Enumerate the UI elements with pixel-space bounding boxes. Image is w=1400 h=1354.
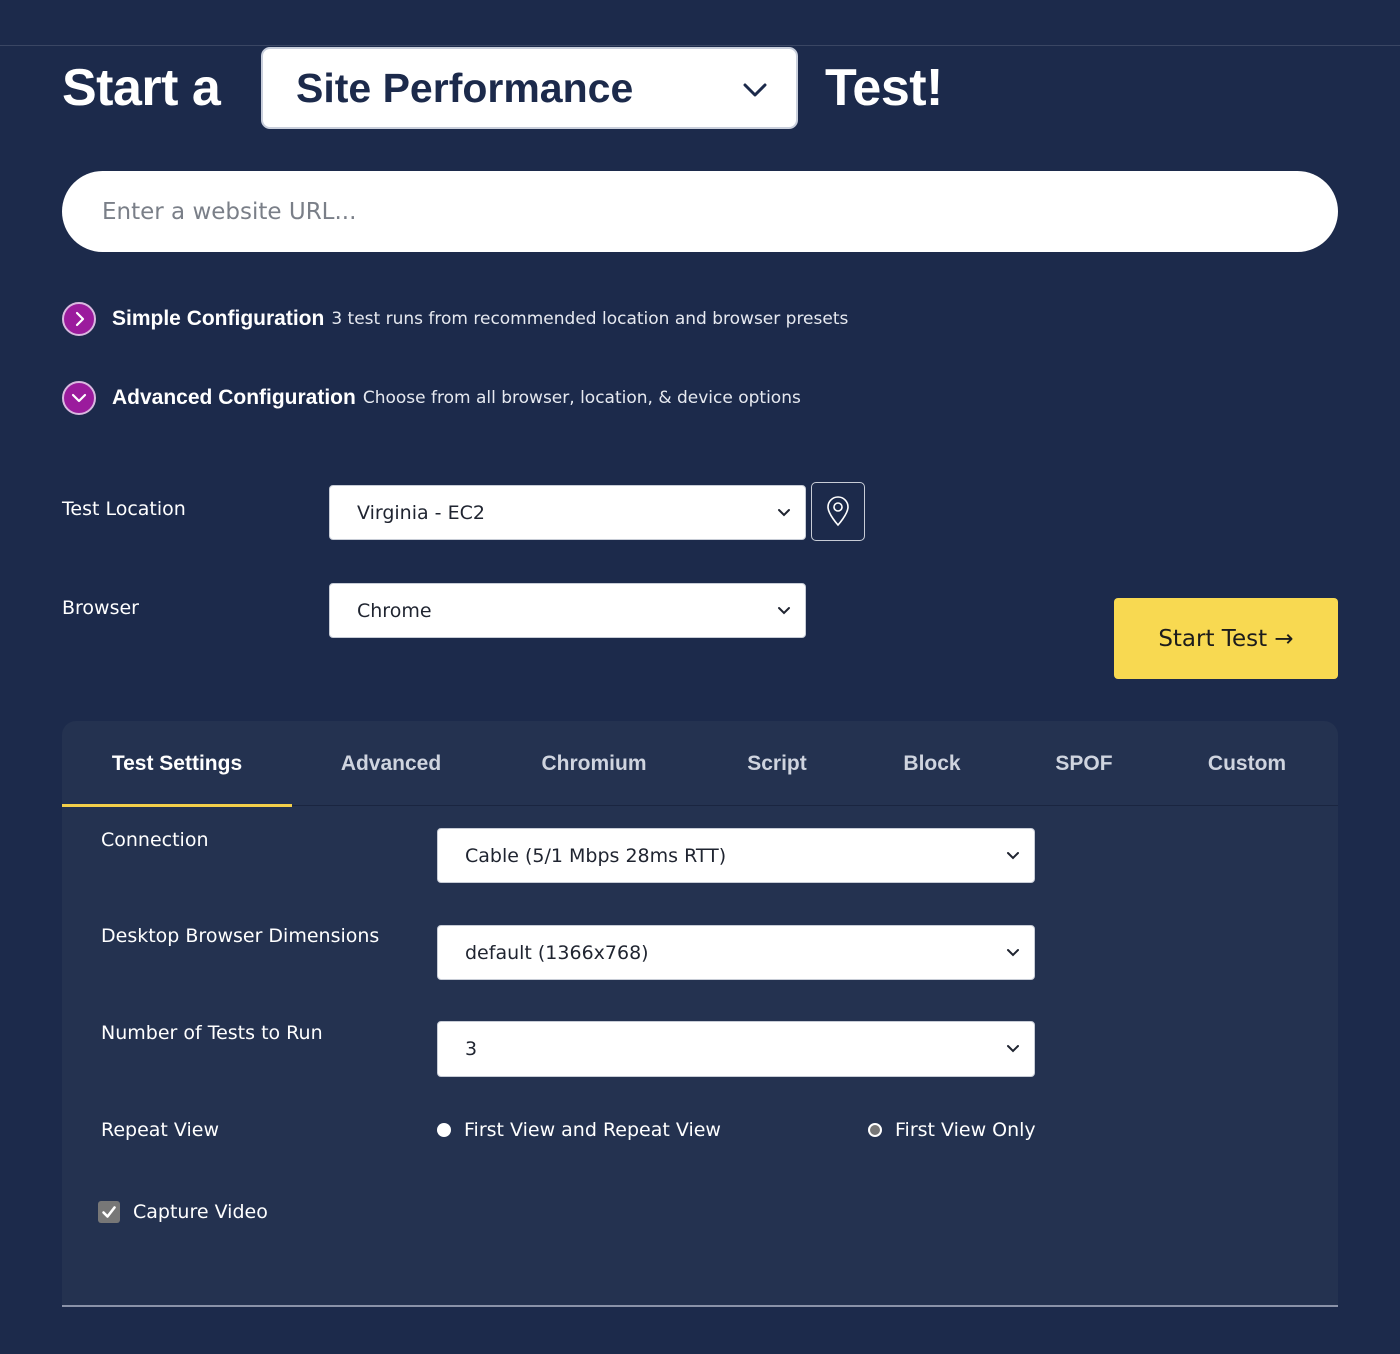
chevron-down-icon [1007, 1045, 1019, 1053]
url-input[interactable] [62, 171, 1338, 252]
test-location-label: Test Location [62, 498, 186, 520]
connection-select[interactable]: Cable (5/1 Mbps 28ms RTT) [437, 828, 1035, 883]
radio-first-view-only[interactable]: First View Only [868, 1119, 1036, 1141]
simple-configuration-description: 3 test runs from recommended location an… [331, 309, 849, 329]
repeat-view-label: Repeat View [101, 1119, 220, 1141]
radio-button-checked[interactable] [868, 1123, 882, 1137]
headline-suffix: Test! [825, 59, 943, 117]
tab-block[interactable]: Block [882, 721, 982, 806]
test-location-select[interactable]: Virginia - EC2 [329, 485, 806, 540]
simple-configuration-toggle[interactable]: Simple Configuration 3 test runs from re… [62, 302, 848, 336]
tab-test-settings[interactable]: Test Settings [62, 721, 292, 807]
chevron-right-icon [62, 302, 96, 336]
num-tests-value: 3 [465, 1038, 478, 1060]
num-tests-label: Number of Tests to Run [101, 1022, 323, 1044]
settings-tabs: Test Settings Advanced Chromium Script B… [62, 721, 1338, 807]
test-type-value: Site Performance [296, 64, 634, 111]
advanced-configuration-toggle[interactable]: Advanced Configuration Choose from all b… [62, 381, 801, 415]
advanced-configuration-description: Choose from all browser, location, & dev… [362, 388, 801, 408]
chevron-down-icon [1007, 851, 1019, 859]
chevron-down-icon [62, 381, 96, 415]
test-type-select[interactable]: Site Performance [261, 47, 798, 129]
chevron-down-icon [778, 606, 790, 614]
map-location-button[interactable] [811, 482, 865, 541]
capture-video-checkbox[interactable]: Capture Video [98, 1201, 268, 1223]
chevron-down-icon [1007, 948, 1019, 956]
radio-label: First View and Repeat View [464, 1119, 721, 1141]
browser-select[interactable]: Chrome [329, 583, 806, 638]
start-test-button[interactable]: Start Test → [1114, 598, 1338, 679]
tab-chromium[interactable]: Chromium [520, 721, 668, 806]
checkmark-icon[interactable] [98, 1201, 120, 1223]
browser-value: Chrome [357, 599, 432, 622]
dimensions-value: default (1366x768) [465, 941, 649, 964]
dimensions-label: Desktop Browser Dimensions [101, 925, 380, 947]
advanced-configuration-title: Advanced Configuration [112, 386, 356, 409]
num-tests-select[interactable]: 3 [437, 1021, 1035, 1077]
tab-spof[interactable]: SPOF [1042, 721, 1126, 806]
dimensions-select[interactable]: default (1366x768) [437, 925, 1035, 980]
connection-value: Cable (5/1 Mbps 28ms RTT) [465, 844, 727, 867]
simple-configuration-title: Simple Configuration [112, 307, 325, 330]
test-location-value: Virginia - EC2 [357, 501, 485, 524]
panel-divider [62, 1305, 1338, 1307]
map-pin-icon [827, 495, 849, 526]
radio-button[interactable] [437, 1123, 451, 1137]
tab-custom[interactable]: Custom [1192, 721, 1302, 806]
browser-label: Browser [62, 597, 139, 619]
tab-advanced[interactable]: Advanced [316, 721, 466, 806]
chevron-down-icon [743, 83, 767, 97]
tab-script[interactable]: Script [722, 721, 832, 806]
top-divider [0, 45, 1400, 46]
headline-prefix: Start a [62, 59, 221, 117]
headline: Start a Site Performance Test! [62, 47, 943, 129]
radio-label: First View Only [895, 1119, 1036, 1141]
chevron-down-icon [778, 508, 790, 516]
radio-first-and-repeat-view[interactable]: First View and Repeat View [437, 1119, 721, 1141]
capture-video-label: Capture Video [133, 1201, 268, 1223]
connection-label: Connection [101, 829, 209, 851]
